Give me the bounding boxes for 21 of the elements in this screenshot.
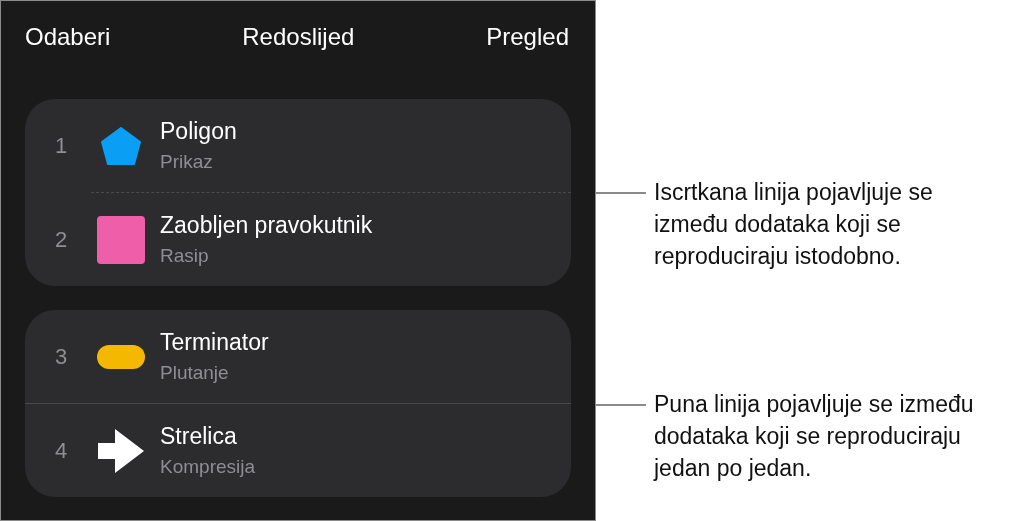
shape-name: Poligon <box>160 118 237 145</box>
animation-row[interactable]: 4 Strelica Kompresija <box>25 404 571 497</box>
callout-text: Puna linija pojavljuje se između dodataka koji se reproduciraju jedan po jedan. <box>654 390 975 483</box>
callout-text: Iscrtkana linija pojavljuje se između dodataka koji se reproduciraju istodobno. <box>654 178 934 271</box>
shape-name: Terminator <box>160 329 269 356</box>
shape-name: Zaobljen pravokutnik <box>160 212 373 239</box>
order-number: 3 <box>53 343 69 370</box>
animation-name: Prikaz <box>160 151 214 173</box>
animation-row[interactable]: 1 Poligon Prikaz <box>25 99 571 192</box>
order-number: 2 <box>53 226 69 253</box>
animation-name: Kompresija <box>160 456 256 478</box>
animation-row[interactable]: 2 Zaobljen pravokutnik Rasip <box>25 193 571 286</box>
animation-row[interactable]: 3 Terminator Plutanje <box>25 310 571 403</box>
shape-name: Strelica <box>160 423 238 450</box>
order-number: 4 <box>53 437 69 464</box>
select-button[interactable]: Odaberi <box>25 23 111 51</box>
preview-button[interactable]: Pregled <box>486 23 569 51</box>
animation-name: Rasip <box>160 245 210 267</box>
animation-name: Plutanje <box>160 362 230 384</box>
screen-title: Redoslijed <box>242 23 355 51</box>
order-number: 1 <box>53 132 69 159</box>
